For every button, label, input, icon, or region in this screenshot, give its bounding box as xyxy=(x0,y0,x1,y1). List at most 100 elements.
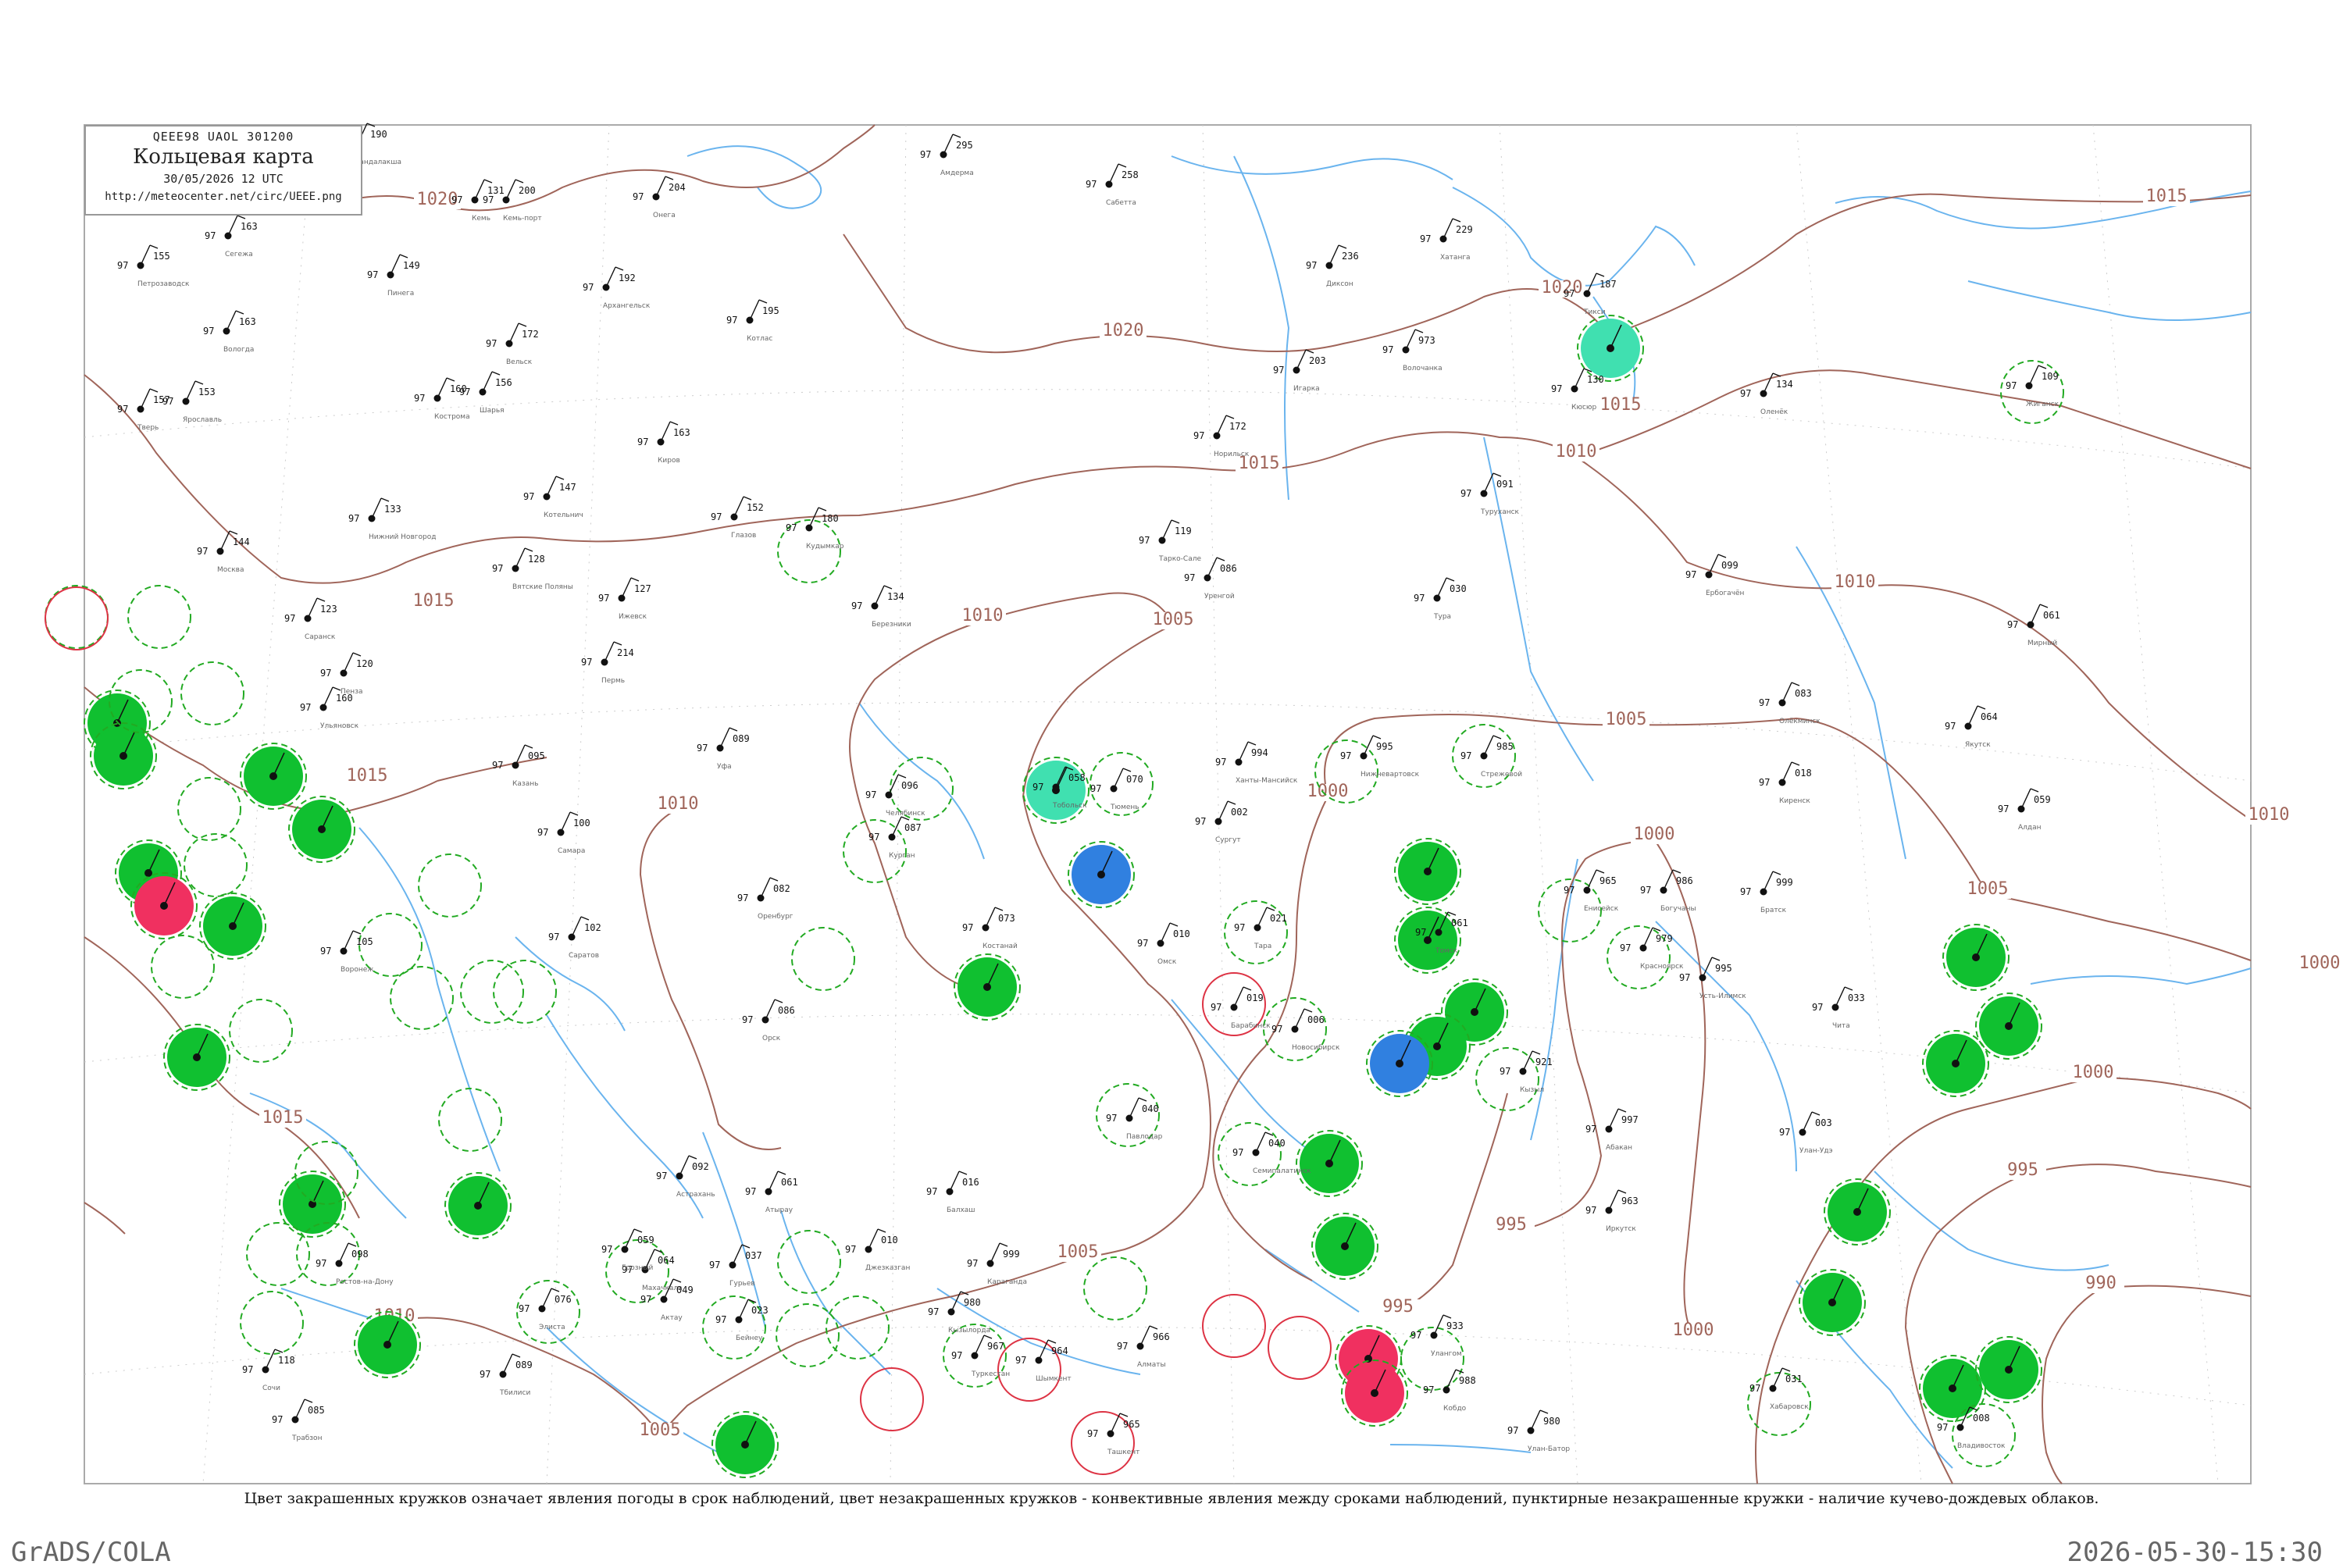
station-name: Ярославль xyxy=(183,416,222,424)
station-name: Туруханск xyxy=(1480,508,1520,516)
station-pressure: 190 xyxy=(370,129,387,140)
station-pressure: 095 xyxy=(528,750,545,761)
station-name: Павлодар xyxy=(1126,1133,1163,1141)
station-pressure: 204 xyxy=(669,182,686,193)
isobar-label: 1000 xyxy=(1634,825,1675,844)
station-temp: 97 xyxy=(786,522,797,533)
station-name: Алдан xyxy=(2018,824,2042,832)
station-name: Алматы xyxy=(1137,1361,1166,1369)
station-temp: 97 xyxy=(1679,972,1690,983)
station-pressure: 994 xyxy=(1251,747,1268,758)
station-temp: 97 xyxy=(951,1350,962,1361)
station-temp: 97 xyxy=(1106,1113,1117,1124)
isobar-label: 1005 xyxy=(1606,710,1647,729)
station-name: Грозный xyxy=(622,1264,653,1272)
isobar-label: 1015 xyxy=(347,766,388,786)
station-temp: 97 xyxy=(715,1314,726,1325)
station-temp: 97 xyxy=(742,1014,753,1025)
station-pressure: 964 xyxy=(1051,1345,1068,1356)
station-temp: 97 xyxy=(300,702,311,713)
station-pressure: 966 xyxy=(1153,1331,1170,1342)
station-temp: 97 xyxy=(1211,1002,1221,1013)
map-url: http://meteocenter.net/circ/UEEE.png xyxy=(105,191,342,203)
isobar-label: 1020 xyxy=(1103,321,1144,340)
station-pressure: 021 xyxy=(1270,913,1287,924)
station-pressure: 119 xyxy=(1175,526,1192,536)
station-name: Олёкминск xyxy=(1779,718,1821,725)
station-name: Петрозаводск xyxy=(137,280,190,288)
station-name: Саратов xyxy=(569,952,599,960)
map-canvas: 1020102010201015101510151015101510151010… xyxy=(45,123,2343,1484)
station-name: Сабетта xyxy=(1106,199,1136,207)
isobar-label: 995 xyxy=(2007,1160,2038,1180)
station-name: Ханты-Мансийск xyxy=(1236,777,1298,785)
station-pressure: 031 xyxy=(1785,1374,1803,1384)
station-pressure: 049 xyxy=(676,1285,694,1295)
station-pressure: 203 xyxy=(1309,355,1326,366)
station-pressure: 997 xyxy=(1621,1114,1639,1125)
isobar-label: 1020 xyxy=(1542,278,1583,298)
station-temp: 97 xyxy=(1090,783,1101,794)
station-name: Семипалатинск xyxy=(1253,1167,1311,1175)
station-temp: 97 xyxy=(851,600,862,611)
station-name: Якутск xyxy=(1965,741,1991,749)
footer-timestamp: 2026-05-30-15:30 xyxy=(2067,1537,2323,1568)
station-pressure: 033 xyxy=(1848,992,1865,1003)
station-temp: 97 xyxy=(1184,572,1195,583)
station-temp: 97 xyxy=(162,396,173,407)
station-temp: 97 xyxy=(1585,1124,1596,1135)
station-pressure: 258 xyxy=(1122,169,1139,180)
station-temp: 97 xyxy=(1740,886,1751,897)
station-name: Воронеж xyxy=(341,966,373,974)
station-pressure: 040 xyxy=(1142,1103,1159,1114)
station-pressure: 147 xyxy=(559,482,576,493)
isobar-label: 1005 xyxy=(1057,1242,1099,1262)
station-pressure: 149 xyxy=(403,260,420,271)
station-temp: 97 xyxy=(1564,885,1574,896)
station-temp: 97 xyxy=(920,149,931,160)
station-temp: 97 xyxy=(1685,569,1696,580)
station-name: Кобдо xyxy=(1443,1405,1467,1413)
bulletin-code: QEEE98 UAOL 301200 xyxy=(152,130,294,144)
station-pressure: 980 xyxy=(964,1297,981,1308)
station-pressure: 040 xyxy=(1268,1138,1286,1149)
station-name: Онега xyxy=(653,212,676,219)
station-temp: 97 xyxy=(711,511,722,522)
station-name: Гурьев xyxy=(729,1280,755,1288)
station-pressure: 163 xyxy=(239,316,256,327)
station-temp: 97 xyxy=(1945,721,1956,732)
station-pressure: 019 xyxy=(1246,992,1264,1003)
station-temp: 97 xyxy=(709,1260,720,1270)
station-temp: 97 xyxy=(1507,1425,1518,1436)
station-temp: 97 xyxy=(1271,1024,1282,1035)
isobar-label: 1015 xyxy=(262,1108,304,1128)
station-temp: 97 xyxy=(320,668,331,679)
isobar-label: 1010 xyxy=(1835,572,1876,592)
station-name: Уренгой xyxy=(1204,593,1235,600)
station-name: Владивосток xyxy=(1957,1442,2006,1450)
station-temp: 97 xyxy=(203,326,214,337)
station-temp: 97 xyxy=(967,1258,978,1269)
station-pressure: 064 xyxy=(1981,711,1998,722)
station-name: Трабзон xyxy=(291,1434,323,1442)
station-name: Вятские Поляны xyxy=(512,583,573,591)
station-temp: 97 xyxy=(284,613,295,624)
station-temp: 97 xyxy=(1193,430,1204,441)
station-name: Кызылорда xyxy=(948,1327,990,1335)
station-temp: 97 xyxy=(1640,885,1651,896)
station-temp: 97 xyxy=(548,932,559,943)
station-pressure: 986 xyxy=(1676,875,1693,886)
station-pressure: 099 xyxy=(1721,560,1739,571)
station-temp: 97 xyxy=(865,789,876,800)
station-pressure: 085 xyxy=(308,1405,325,1416)
station-name: Жиганск xyxy=(2026,401,2059,408)
station-temp: 97 xyxy=(583,282,594,293)
station-pressure: 105 xyxy=(356,936,373,947)
station-pressure: 144 xyxy=(233,536,250,547)
station-pressure: 163 xyxy=(241,221,258,232)
station-temp: 97 xyxy=(1139,535,1150,546)
station-temp: 97 xyxy=(519,1303,530,1314)
station-temp: 97 xyxy=(2007,619,2018,630)
station-temp: 97 xyxy=(745,1186,756,1197)
station-temp: 97 xyxy=(1998,804,2009,814)
